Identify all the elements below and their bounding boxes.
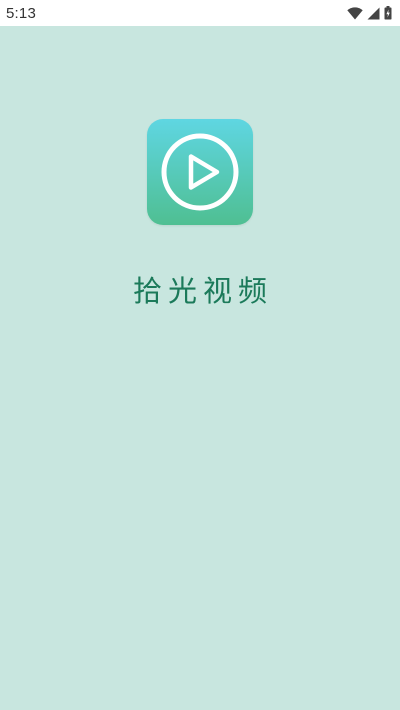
app-icon — [147, 119, 253, 225]
play-icon — [161, 133, 239, 211]
signal-icon — [367, 7, 380, 19]
status-bar: 5:13 — [0, 0, 400, 26]
status-time: 5:13 — [6, 4, 36, 22]
status-icons — [347, 6, 392, 20]
wifi-icon — [347, 6, 363, 19]
app-name: 拾光视频 — [132, 274, 273, 308]
battery-icon — [384, 6, 392, 20]
